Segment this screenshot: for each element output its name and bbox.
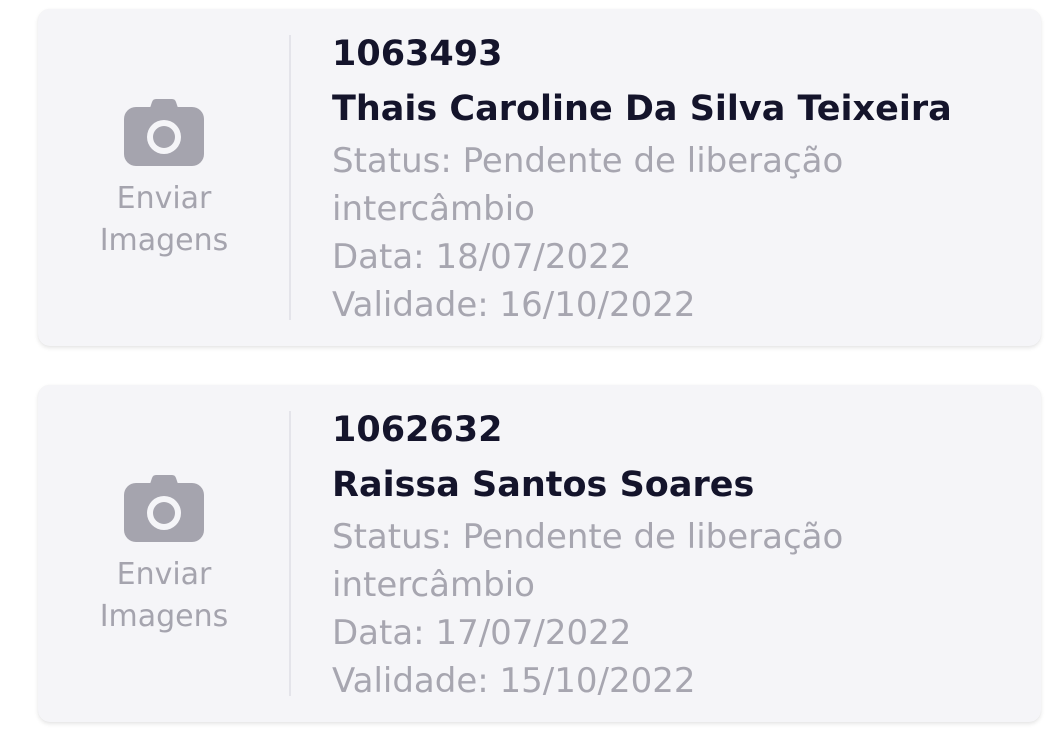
order-validity: Validade: 15/10/2022 bbox=[332, 661, 696, 701]
order-card[interactable]: Enviar Imagens 1062632 Raissa Santos Soa… bbox=[38, 385, 1041, 722]
send-images-button[interactable]: Enviar Imagens bbox=[38, 9, 290, 346]
order-validity: Validade: 16/10/2022 bbox=[332, 285, 696, 325]
divider bbox=[289, 411, 291, 696]
order-info: 1062632 Raissa Santos Soares Status: Pen… bbox=[332, 405, 1031, 705]
order-id: 1062632 bbox=[332, 410, 503, 450]
camera-icon bbox=[124, 474, 204, 542]
order-date: Data: 17/07/2022 bbox=[332, 613, 632, 653]
send-images-button[interactable]: Enviar Imagens bbox=[38, 385, 290, 722]
order-info: 1063493 Thais Caroline Da Silva Teixeira… bbox=[332, 29, 1031, 329]
order-card[interactable]: Enviar Imagens 1063493 Thais Caroline Da… bbox=[38, 9, 1041, 346]
order-status: Status: Pendente de liberação intercâmbi… bbox=[332, 141, 844, 229]
camera-icon bbox=[124, 98, 204, 166]
order-status: Status: Pendente de liberação intercâmbi… bbox=[332, 517, 844, 605]
order-id: 1063493 bbox=[332, 34, 503, 74]
order-date: Data: 18/07/2022 bbox=[332, 237, 632, 277]
client-name: Raissa Santos Soares bbox=[332, 465, 755, 505]
client-name: Thais Caroline Da Silva Teixeira bbox=[332, 89, 952, 129]
divider bbox=[289, 35, 291, 320]
send-images-label: Enviar Imagens bbox=[99, 556, 229, 634]
send-images-label: Enviar Imagens bbox=[99, 180, 229, 258]
